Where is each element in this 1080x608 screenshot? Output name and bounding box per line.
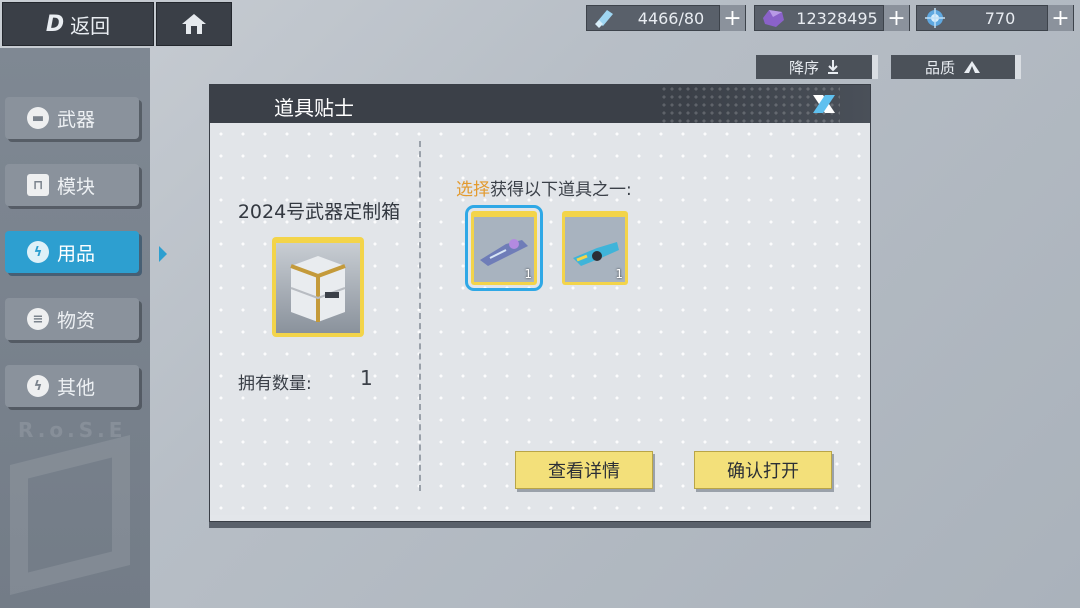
sort-descending-button[interactable]: 降序 xyxy=(756,55,878,79)
back-button[interactable]: D 返回 xyxy=(2,2,154,46)
view-details-button[interactable]: 查看详情 xyxy=(515,451,653,489)
box-name: 2024号武器定制箱 xyxy=(237,201,401,223)
choose-rest: 获得以下道具之一: xyxy=(490,180,632,200)
close-button[interactable] xyxy=(808,89,840,119)
owned-count-value: 1 xyxy=(360,366,373,390)
close-icon xyxy=(813,95,835,113)
download-arrow-icon xyxy=(828,60,838,74)
reward-option-1-count: 1 xyxy=(524,267,532,281)
tab-modules-label: 模块 xyxy=(57,175,96,198)
game-logo-icon: D xyxy=(45,11,64,37)
crystal-icon xyxy=(755,8,791,28)
choose-highlight: 选择 xyxy=(456,180,490,200)
back-label: 返回 xyxy=(70,13,111,38)
weapon-icon: ▬ xyxy=(27,107,49,129)
reward-option-1[interactable]: 1 xyxy=(465,205,543,291)
energy-icon xyxy=(587,8,623,28)
background-decoration: R.o.S.E xyxy=(0,410,150,608)
tab-others-label: 其他 xyxy=(57,376,96,399)
crystal-value: 12328495 xyxy=(796,8,878,28)
orb-value: 770 xyxy=(984,8,1016,28)
top-bar: D 返回 4466/80 + 12328495 + 770 + 降序 品质 xyxy=(0,0,1080,79)
active-tab-pointer xyxy=(159,246,167,262)
tab-modules[interactable]: ⊓ 模块 xyxy=(5,164,139,206)
weapon-box-card xyxy=(272,237,364,337)
energy-rifle-icon xyxy=(480,238,528,266)
vertical-divider xyxy=(419,141,421,491)
energy-resource: 4466/80 + xyxy=(586,5,746,31)
orb-resource: 770 + xyxy=(916,5,1074,31)
reward-option-2-count: 1 xyxy=(615,267,623,281)
crate-icon xyxy=(290,256,346,322)
tab-weapons-label: 武器 xyxy=(57,108,96,131)
choose-instruction: 选择获得以下道具之一: xyxy=(456,175,632,200)
rose-watermark: R.o.S.E xyxy=(18,418,127,442)
tab-others[interactable]: ϟ 其他 xyxy=(5,365,139,407)
sort-quality-label: 品质 xyxy=(924,58,955,77)
sort-quality-button[interactable]: 品质 xyxy=(891,55,1021,79)
home-icon xyxy=(182,14,206,34)
orb-icon xyxy=(917,7,953,29)
emblem-watermark xyxy=(10,435,130,595)
blaster-gun-icon xyxy=(573,241,619,266)
tab-supplies-label: 用品 xyxy=(57,242,96,265)
tab-materials[interactable]: ≡ 物资 xyxy=(5,298,139,340)
owned-count-label: 拥有数量: xyxy=(238,374,312,394)
tab-supplies[interactable]: ϟ 用品 xyxy=(5,231,139,273)
lightning-icon: ϟ xyxy=(27,241,49,263)
add-energy-button[interactable]: + xyxy=(719,5,745,31)
crystal-resource: 12328495 + xyxy=(754,5,910,31)
lightning-icon: ϟ xyxy=(27,375,49,397)
dialog-title: 道具贴士 xyxy=(274,96,354,120)
item-tip-dialog: 道具贴士 2024号武器定制箱 拥有数量: 1 选择获得以下道具之一: 1 1 … xyxy=(209,84,871,522)
dialog-header: 道具贴士 xyxy=(210,85,870,123)
supply-icon: ≡ xyxy=(27,308,49,330)
confirm-open-button[interactable]: 确认打开 xyxy=(694,451,832,489)
add-orb-button[interactable]: + xyxy=(1047,5,1073,31)
add-crystal-button[interactable]: + xyxy=(883,5,909,31)
quality-triangle-icon xyxy=(964,61,980,73)
energy-value: 4466/80 xyxy=(637,8,705,28)
tab-materials-label: 物资 xyxy=(57,309,96,332)
reward-option-2[interactable]: 1 xyxy=(562,211,628,285)
lock-icon: ⊓ xyxy=(27,174,49,196)
tab-weapons[interactable]: ▬ 武器 xyxy=(5,97,139,139)
home-button[interactable] xyxy=(156,2,232,46)
dialog-body: 2024号武器定制箱 拥有数量: 1 选择获得以下道具之一: 1 1 查看详情 … xyxy=(210,123,870,515)
sort-descending-label: 降序 xyxy=(788,58,819,77)
